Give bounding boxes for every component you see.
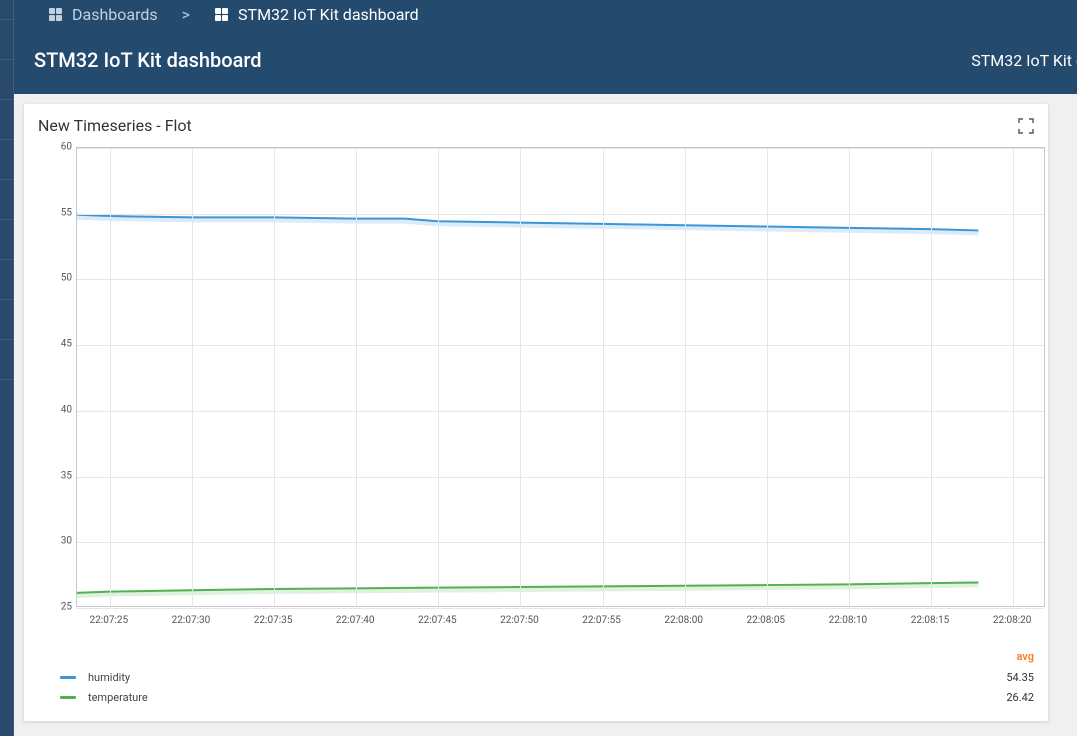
page-title: STM32 IoT Kit dashboard [34,48,262,72]
fullscreen-icon [1018,118,1034,134]
series-humidity [77,215,978,231]
x-tick: 22:07:50 [500,615,539,626]
x-tick: 22:07:45 [418,615,457,626]
legend-avg-header: avg [1016,650,1034,663]
x-tick: 22:08:00 [664,615,703,626]
legend-row[interactable]: humidity54.35 [60,667,1034,687]
sidebar-edge [0,0,14,736]
breadcrumb-current: STM32 IoT Kit dashboard [238,5,419,24]
widget-card: New Timeseries - Flot 25 30 35 40 45 50 55 60 22… [24,104,1048,721]
dashboard-grid-icon [214,7,228,21]
y-tick: 30 [52,536,72,547]
x-tick: 22:08:15 [911,615,950,626]
widget-title: New Timeseries - Flot [38,116,192,135]
legend-value: 26.42 [1006,691,1034,704]
y-tick: 55 [52,207,72,218]
y-tick: 25 [52,602,72,613]
x-tick: 22:08:20 [993,615,1032,626]
content-area: New Timeseries - Flot 25 30 35 40 45 50 55 60 22… [14,94,1077,736]
y-tick: 40 [52,404,72,415]
y-tick: 60 [52,142,72,153]
legend-swatch [60,676,76,679]
x-tick: 22:07:55 [582,615,621,626]
x-tick: 22:07:30 [172,615,211,626]
legend: avg humidity54.35temperature26.42 [60,650,1034,707]
x-tick: 22:08:10 [829,615,868,626]
y-tick: 45 [52,339,72,350]
breadcrumb: Dashboards > STM32 IoT Kit dashboard [14,0,1077,26]
legend-name: temperature [88,691,1006,704]
x-tick: 22:07:40 [336,615,375,626]
legend-name: humidity [88,671,1006,684]
chart-area: 25 30 35 40 45 50 55 60 22:07:25 22:07:30 22:07:35… [24,143,1048,623]
dashboard-grid-icon [48,7,62,21]
breadcrumb-root[interactable]: Dashboards [72,5,158,24]
x-tick: 22:08:05 [746,615,785,626]
plot-canvas[interactable] [76,147,1045,607]
x-tick: 22:07:35 [254,615,293,626]
chart-svg [77,148,1044,606]
app-root: Dashboards > STM32 IoT Kit dashboard STM… [0,0,1077,736]
legend-row[interactable]: temperature26.42 [60,687,1034,707]
y-tick: 35 [52,470,72,481]
breadcrumb-separator: > [182,5,190,24]
dashboard-selector-label[interactable]: STM32 IoT Kit d [971,51,1077,70]
header-bar: Dashboards > STM32 IoT Kit dashboard STM… [14,0,1077,94]
fullscreen-button[interactable] [1018,118,1034,134]
x-tick: 22:07:25 [90,615,129,626]
legend-value: 54.35 [1006,671,1034,684]
y-tick: 50 [52,273,72,284]
legend-swatch [60,696,76,699]
